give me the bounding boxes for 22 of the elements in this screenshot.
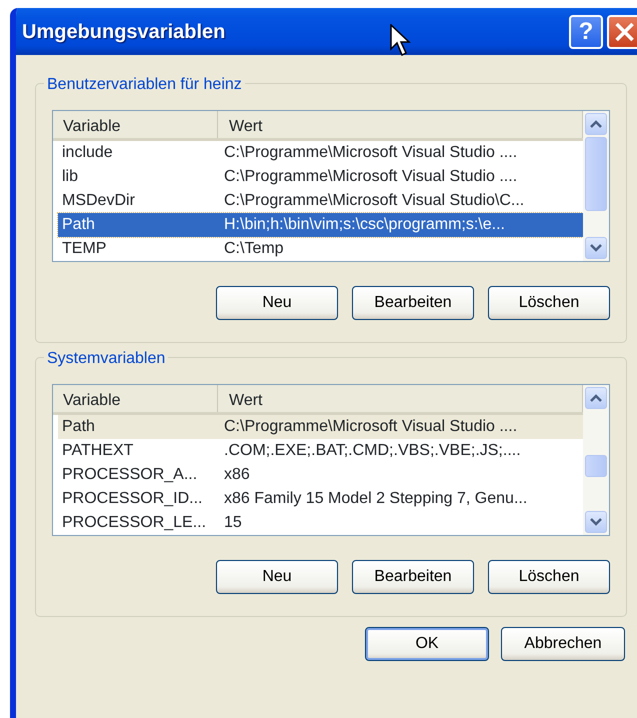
- window-title: Umgebungsvariablen: [22, 20, 226, 44]
- column-header[interactable]: Variable: [53, 385, 218, 412]
- help-button[interactable]: ?: [569, 14, 603, 48]
- action-button[interactable]: Neu: [216, 286, 338, 320]
- column-header[interactable]: Variable: [53, 111, 218, 138]
- dialog-button[interactable]: Abbrechen: [501, 627, 625, 661]
- action-button[interactable]: Löschen: [488, 560, 610, 594]
- action-button[interactable]: Bearbeiten: [352, 560, 474, 594]
- action-button[interactable]: Löschen: [488, 286, 610, 320]
- list-row[interactable]: PATHEXT .COM;.EXE;.BAT;.CMD;.VBS;.VBE;.JS;....: [58, 439, 583, 463]
- list-row[interactable]: include C:\Programme\Microsoft Visual Studio ....: [58, 141, 583, 165]
- list-row[interactable]: PROCESSOR_A... x86: [58, 463, 583, 487]
- list-row[interactable]: MSDevDir C:\Programme\Microsoft Visual Studio\C...: [58, 189, 583, 213]
- list-row[interactable]: Path C:\Programme\Microsoft Visual Studio ....: [58, 415, 583, 439]
- action-button[interactable]: Bearbeiten: [352, 286, 474, 320]
- list-row[interactable]: Path H:\bin;h:\bin\vim;s:\csc\programm;s:\e...: [58, 213, 583, 237]
- action-button[interactable]: Neu: [216, 560, 338, 594]
- list-row[interactable]: PROCESSOR_ID... x86 Family 15 Model 2 Stepping 7, Genu...: [58, 487, 583, 511]
- dialog-button[interactable]: OK: [365, 627, 489, 661]
- list-row[interactable]: TEMP C:\Temp: [58, 237, 583, 261]
- list-row[interactable]: PROCESSOR_LE... 15: [58, 511, 583, 535]
- list-row[interactable]: lib C:\Programme\Microsoft Visual Studio ....: [58, 165, 583, 189]
